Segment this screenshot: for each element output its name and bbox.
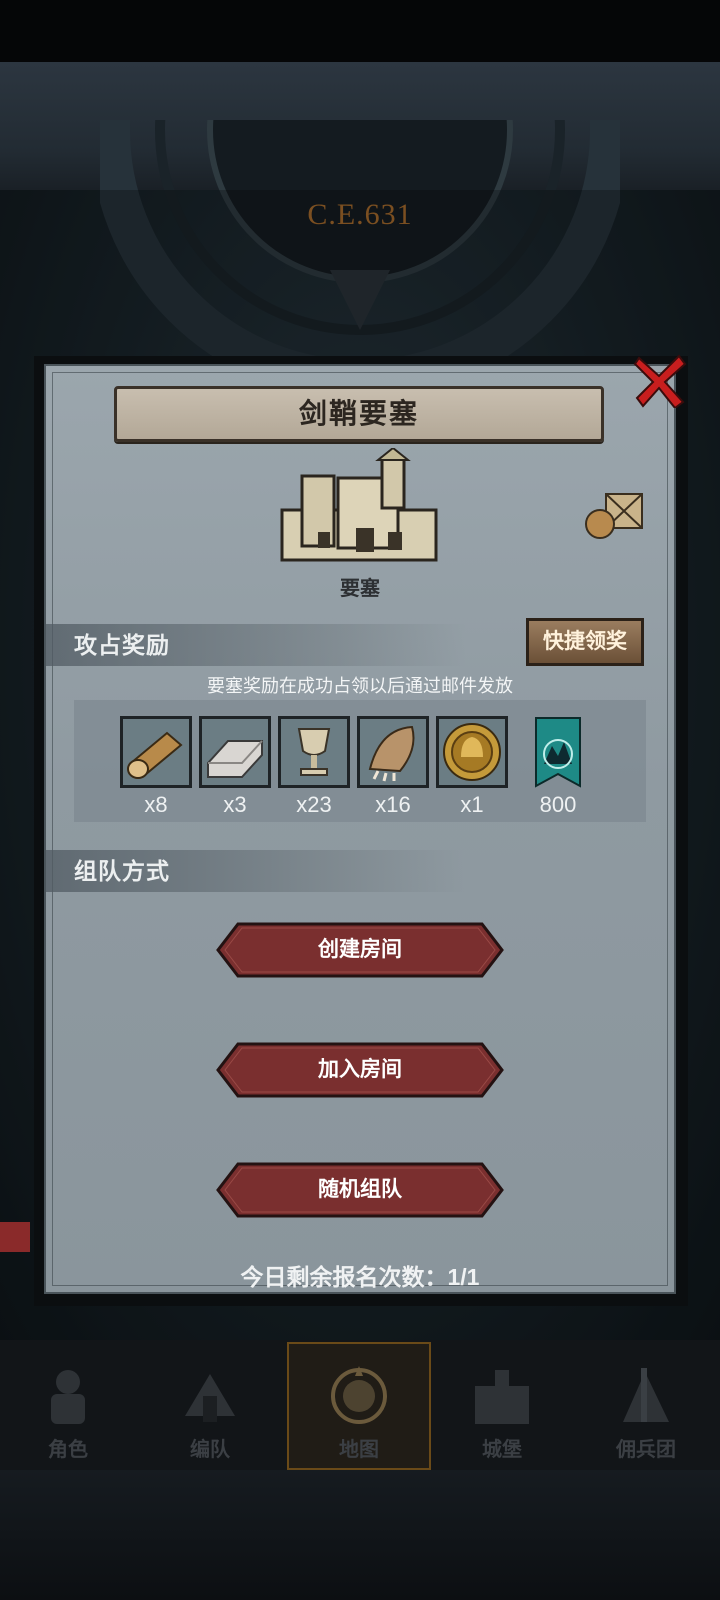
create-room-button[interactable]: 创建房间: [216, 922, 504, 978]
modal-title: 剑鞘要塞: [298, 398, 419, 429]
join-room-button[interactable]: 加入房间: [216, 1042, 504, 1098]
formation-icon: [185, 1374, 235, 1422]
random-team-button[interactable]: 随机组队: [216, 1162, 504, 1218]
reward-item[interactable]: x16: [357, 716, 429, 818]
nav-item-mercenary[interactable]: 佣兵团: [586, 1356, 706, 1466]
knight-medal-icon: [443, 723, 501, 781]
reward-item[interactable]: x3: [199, 716, 271, 818]
remaining-value: 1/1: [447, 1264, 480, 1290]
capture-rewards-heading: 攻占奖励: [74, 632, 170, 658]
fortress-building-icon: [280, 448, 438, 562]
remaining-label: 今日剩余报名次数：: [240, 1264, 448, 1290]
nav-label: 地图: [339, 1439, 379, 1461]
remaining-signups: 今日剩余报名次数：1/1: [0, 1258, 720, 1292]
bottom-area: [0, 1470, 720, 1600]
title-banner: 剑鞘要塞: [114, 386, 604, 442]
mercenary-icon: [623, 1368, 669, 1422]
reward-count: x8: [144, 792, 168, 817]
character-icon: [51, 1370, 85, 1424]
nav-label: 佣兵团: [616, 1439, 676, 1461]
reward-slot: [199, 716, 271, 788]
reward-count: x3: [223, 792, 247, 817]
close-icon[interactable]: [633, 354, 687, 408]
reward-slot: [436, 716, 508, 788]
nav-item-character[interactable]: 角色: [8, 1356, 128, 1466]
team-mode-heading: 组队方式: [74, 858, 170, 884]
castle-icon: [475, 1370, 529, 1424]
nav-item-formation[interactable]: 编队: [150, 1356, 270, 1466]
reward-count: 800: [539, 792, 577, 817]
reward-slot: [120, 716, 192, 788]
reward-slot: [522, 716, 594, 788]
reward-note: 要塞奖励在成功占领以后通过邮件发放: [207, 676, 513, 696]
nav-item-castle[interactable]: 城堡: [442, 1356, 562, 1466]
side-crossed-swords-icon[interactable]: [0, 1222, 30, 1252]
reward-count: x16: [375, 792, 411, 817]
reward-slot: [278, 716, 350, 788]
supply-bag-crate-icon[interactable]: [584, 490, 646, 540]
beast-claw-icon: [368, 725, 415, 782]
reward-item[interactable]: x8: [120, 716, 192, 818]
nav-label: 编队: [190, 1439, 230, 1461]
status-bar-area: [0, 0, 720, 62]
iron-ingot-icon: [207, 740, 263, 778]
reward-count: x23: [296, 792, 332, 817]
quick-claim-label: 快捷领奖: [543, 630, 627, 653]
team-mode-header: 组队方式: [46, 850, 466, 892]
join-room-label: 加入房间: [318, 1058, 402, 1081]
wood-log-icon: [127, 731, 183, 779]
building-type-label: 要塞: [340, 578, 380, 600]
create-room-label: 创建房间: [318, 938, 402, 961]
nav-label: 城堡: [482, 1439, 522, 1461]
reward-item[interactable]: 800: [522, 716, 594, 818]
goblet-icon: [297, 728, 331, 776]
nav-item-map[interactable]: 地图: [299, 1356, 419, 1466]
guild-banner-icon: [535, 717, 581, 788]
reward-item[interactable]: x23: [278, 716, 350, 818]
random-team-label: 随机组队: [318, 1178, 402, 1201]
quick-claim-button[interactable]: 快捷领奖: [526, 618, 644, 666]
reward-item[interactable]: x1: [436, 716, 508, 818]
nav-label: 角色: [48, 1439, 88, 1461]
reward-count: x1: [460, 792, 484, 817]
capture-rewards-header: 攻占奖励: [46, 624, 466, 666]
reward-slot: [357, 716, 429, 788]
map-compass-icon: [331, 1366, 387, 1424]
